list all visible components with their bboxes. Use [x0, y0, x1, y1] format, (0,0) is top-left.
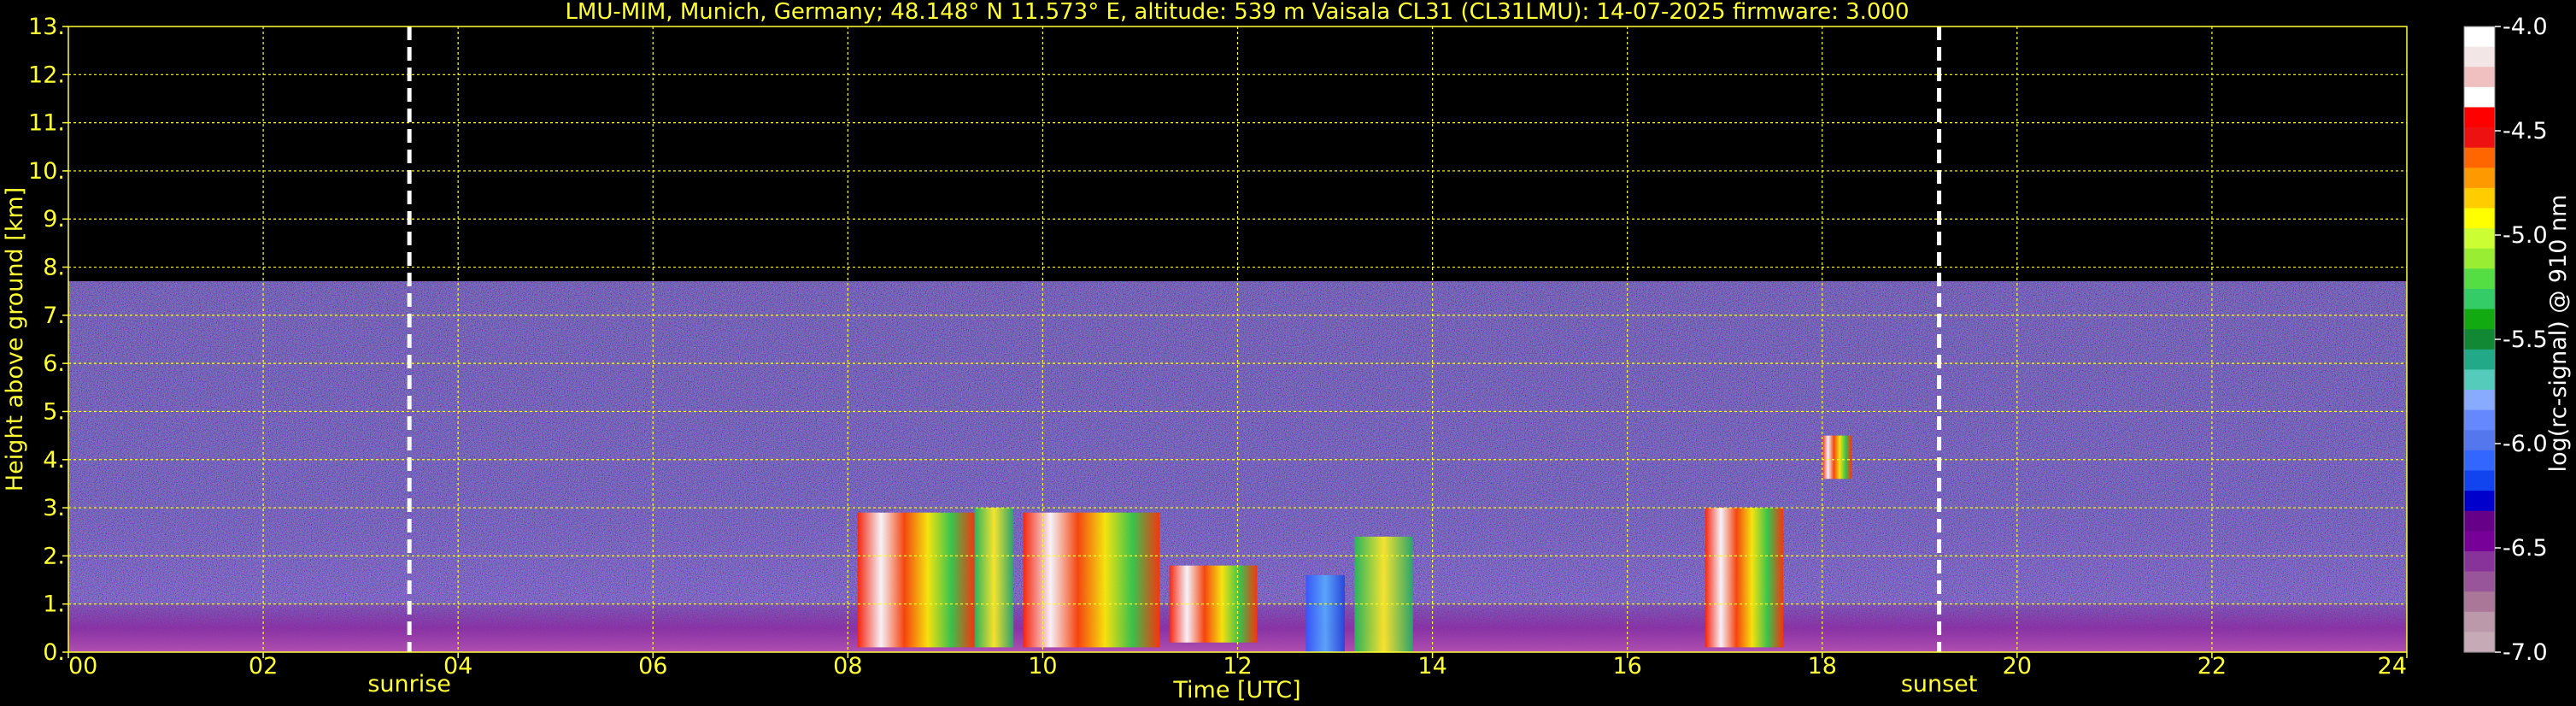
colorbar-swatch [2464, 26, 2495, 48]
y-tick-label: 8. [43, 255, 65, 281]
x-tick-label: 16 [1612, 653, 1641, 680]
x-tick-label: 12 [1223, 653, 1252, 680]
sun-marker-label: sunset [1901, 671, 1978, 697]
cloud-feature [1354, 536, 1413, 652]
colorbar-swatch [2464, 450, 2495, 472]
colorbar-swatch [2464, 571, 2495, 592]
colorbar-tick-label: -5.0 [2503, 222, 2548, 249]
colorbar-tick-label: -6.0 [2503, 431, 2548, 457]
colorbar-swatch [2464, 491, 2495, 512]
x-tick-label: 14 [1417, 653, 1446, 680]
x-tick-label: 04 [443, 653, 472, 680]
colorbar-tick-label: -7.0 [2503, 639, 2548, 666]
colorbar-swatch [2464, 309, 2495, 330]
colorbar-tick-label: -4.0 [2503, 14, 2548, 40]
x-tick-label: 00 [68, 653, 97, 680]
cloud-feature [857, 512, 975, 648]
colorbar-swatch [2464, 591, 2495, 613]
colorbar-swatch [2464, 248, 2495, 269]
x-tick-label: 08 [833, 653, 862, 680]
y-tick-label: 9. [43, 206, 65, 232]
colorbar-swatch [2464, 329, 2495, 350]
colorbar-swatch [2464, 470, 2495, 491]
y-tick-label: 5. [43, 398, 65, 425]
colorbar [2463, 26, 2496, 653]
colorbar-swatch [2464, 67, 2495, 88]
y-tick-label: 3. [43, 495, 65, 521]
x-tick-label: 10 [1028, 653, 1057, 680]
y-axis-label: Height above ground [km] [2, 187, 28, 491]
cloud-feature [1822, 435, 1851, 479]
colorbar-swatch [2464, 430, 2495, 451]
chart-title: LMU-MIM, Munich, Germany; 48.148° N 11.5… [565, 0, 1909, 25]
y-tick-label: 1. [43, 591, 65, 618]
x-tick-label: 18 [1808, 653, 1837, 680]
y-tick-label: 12. [28, 62, 65, 88]
sun-marker-label: sunrise [367, 671, 451, 697]
colorbar-swatch [2464, 349, 2495, 371]
y-tick-label: 4. [43, 447, 65, 474]
colorbar-swatch [2464, 409, 2495, 431]
cloud-feature [1306, 574, 1345, 652]
colorbar-swatch [2464, 107, 2495, 128]
colorbar-swatch [2464, 369, 2495, 391]
x-axis-label: Time [UTC] [1172, 677, 1300, 703]
colorbar-label: log(rc-signal) @ 910 nm [2545, 195, 2572, 473]
colorbar-swatch [2464, 208, 2495, 229]
cloud-feature [1023, 512, 1160, 648]
y-tick-label: 0. [43, 639, 65, 666]
y-tick-label: 6. [43, 350, 65, 377]
colorbar-swatch [2464, 288, 2495, 310]
y-tick-label: 7. [43, 303, 65, 329]
colorbar-swatch [2464, 168, 2495, 189]
colorbar-swatch [2464, 611, 2495, 632]
x-tick-label: 24 [2378, 653, 2407, 680]
colorbar-swatch [2464, 390, 2495, 411]
colorbar-swatch [2464, 531, 2495, 552]
colorbar-swatch [2464, 147, 2495, 168]
x-tick-label: 06 [638, 653, 667, 680]
y-tick-label: 10. [28, 158, 65, 185]
y-tick-label: 13. [28, 14, 65, 40]
y-tick-label: 2. [43, 543, 65, 569]
x-tick-label: 02 [249, 653, 278, 680]
colorbar-swatch [2464, 550, 2495, 573]
x-tick-label: 22 [2198, 653, 2227, 680]
cloud-feature [1705, 508, 1784, 648]
y-tick-label: 11. [28, 110, 65, 137]
ceilometer-chart: LMU-MIM, Munich, Germany; 48.148° N 11.5… [0, 0, 2576, 706]
colorbar-tick-label: -5.5 [2503, 327, 2548, 353]
colorbar-swatch [2464, 268, 2495, 290]
colorbar-tick-label: -6.5 [2503, 535, 2548, 562]
colorbar-swatch [2464, 632, 2495, 653]
colorbar-tick-label: -4.5 [2503, 118, 2548, 144]
colorbar-swatch [2464, 228, 2495, 250]
colorbar-swatch [2464, 187, 2495, 209]
cloud-feature [974, 508, 1014, 648]
x-tick-label: 20 [2003, 653, 2032, 680]
colorbar-swatch [2464, 510, 2495, 532]
colorbar-swatch [2464, 86, 2495, 109]
colorbar-swatch [2464, 46, 2495, 68]
colorbar-swatch [2464, 127, 2495, 149]
